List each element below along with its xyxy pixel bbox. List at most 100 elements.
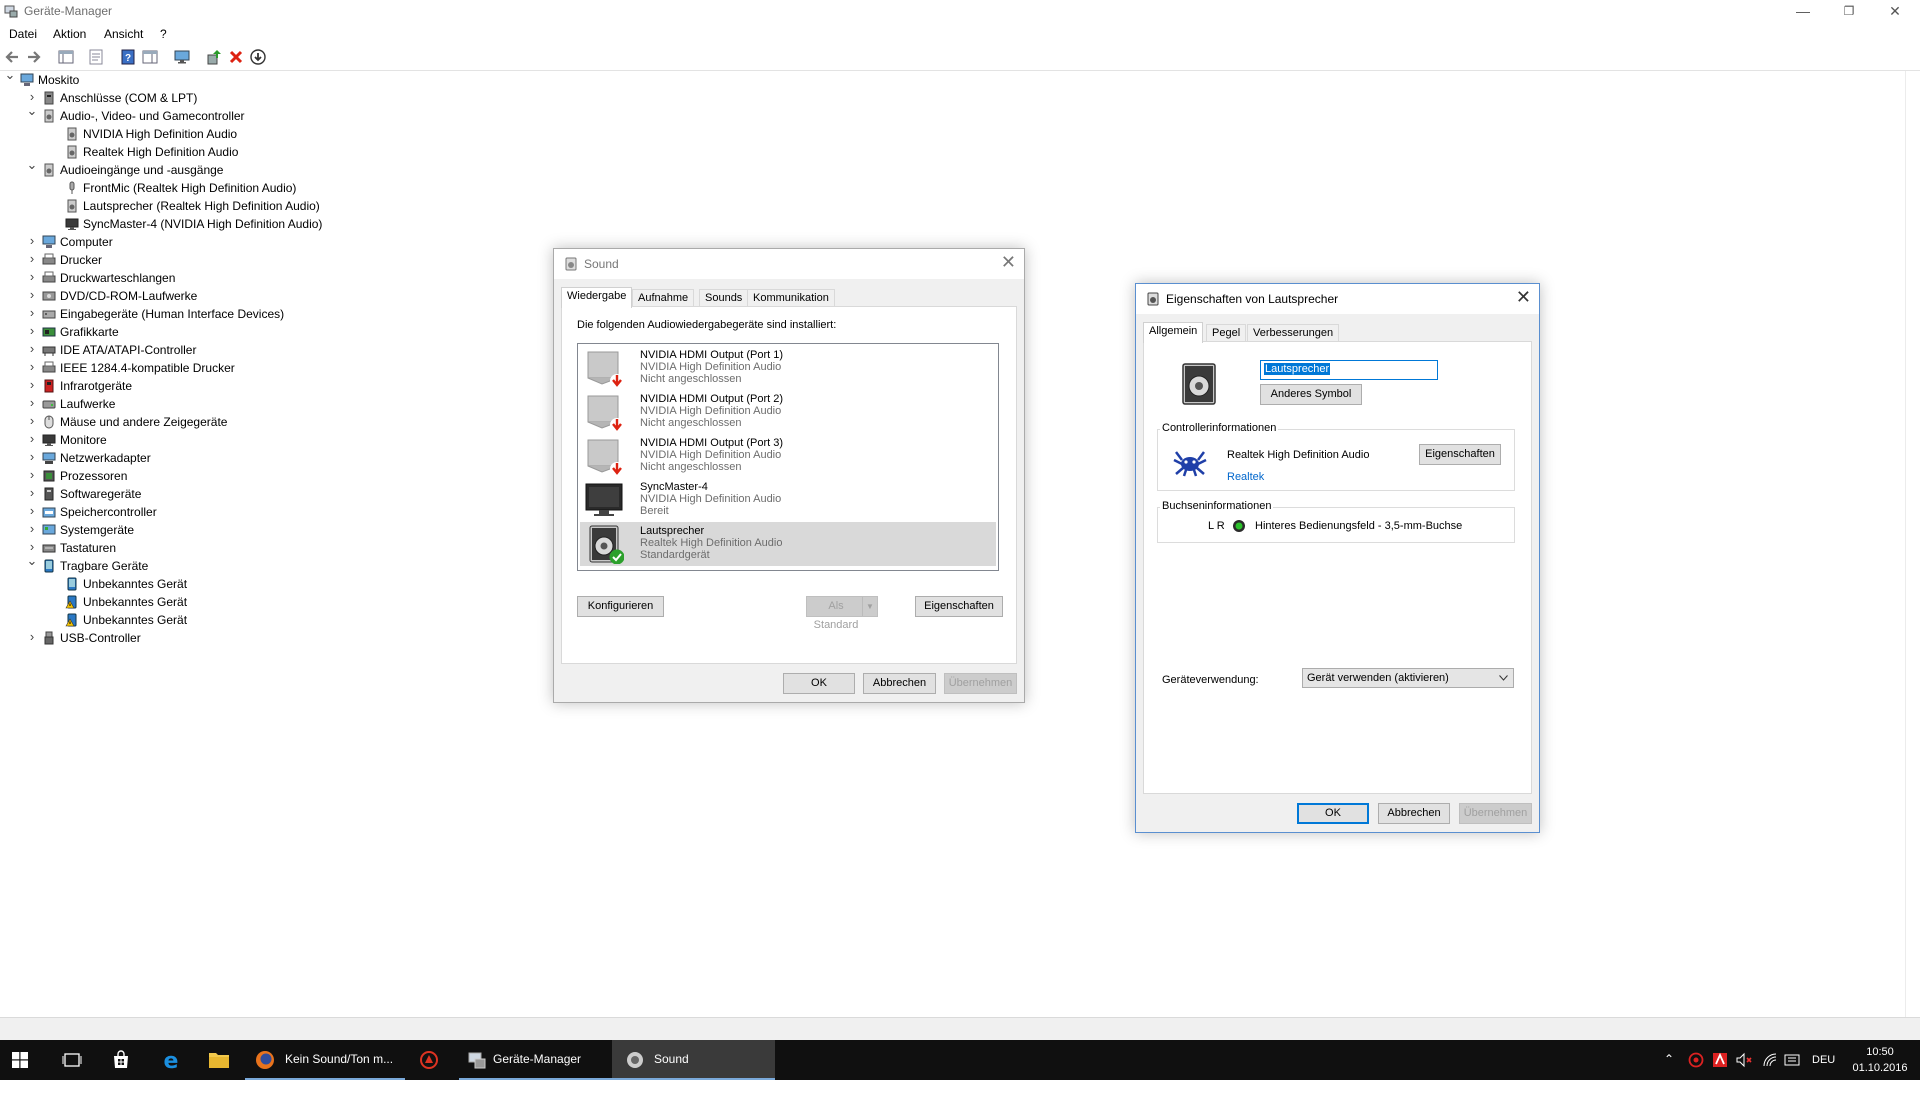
tree-item-label: Mäuse und andere Zeigegeräte	[60, 415, 228, 429]
props-ok-button[interactable]: OK	[1297, 803, 1369, 824]
action-pane-icon[interactable]	[142, 49, 158, 65]
expand-chevron-icon[interactable]: ›	[26, 268, 38, 286]
sound-tabs: Wiedergabe Aufnahme Sounds Kommunikation	[561, 287, 1016, 308]
tray-shield-icon[interactable]	[1712, 1052, 1728, 1068]
controller-icon	[42, 346, 56, 356]
collapse-chevron-icon[interactable]: ⌄	[26, 552, 38, 570]
device-name-value: Lautsprecher	[1264, 363, 1331, 375]
playback-device-item[interactable]: NVIDIA HDMI Output (Port 1) NVIDIA High D…	[580, 346, 996, 390]
show-hide-tree-icon[interactable]	[58, 49, 74, 65]
device-name-field[interactable]: Lautsprecher	[1260, 360, 1438, 380]
playback-device-item[interactable]: Lautsprecher Realtek High Definition Audi…	[580, 522, 996, 566]
sound-apply-button[interactable]: Übernehmen	[944, 673, 1017, 694]
file-explorer-icon[interactable]	[208, 1050, 230, 1070]
configure-button[interactable]: Konfigurieren	[577, 596, 664, 617]
maximize-button[interactable]: ❐	[1826, 0, 1872, 24]
playback-device-list[interactable]: NVIDIA HDMI Output (Port 1) NVIDIA High D…	[577, 343, 999, 571]
collapse-chevron-icon[interactable]: ⌄	[26, 102, 38, 120]
menu-help[interactable]: ?	[160, 27, 167, 41]
properties-icon[interactable]	[88, 49, 104, 65]
expand-chevron-icon[interactable]: ›	[26, 448, 38, 466]
chevron-down-icon[interactable]: ▼	[862, 597, 877, 616]
tab-aufnahme[interactable]: Aufnahme	[632, 289, 695, 307]
expand-chevron-icon[interactable]: ›	[26, 502, 38, 520]
sound-ok-button[interactable]: OK	[783, 673, 855, 694]
playback-device-item[interactable]: NVIDIA HDMI Output (Port 2) NVIDIA High D…	[580, 390, 996, 434]
device-name: NVIDIA HDMI Output (Port 3)	[640, 437, 784, 449]
expand-chevron-icon[interactable]: ›	[26, 484, 38, 502]
forward-icon[interactable]	[26, 49, 42, 65]
playback-device-item[interactable]: SyncMaster-4 NVIDIA High Definition Audio…	[580, 478, 996, 522]
props-cancel-button[interactable]: Abbrechen	[1378, 803, 1450, 824]
monitor-icon[interactable]	[174, 49, 190, 65]
tray-message-icon[interactable]	[1784, 1052, 1800, 1068]
taskbar-firefox[interactable]: Kein Sound/Ton m...	[245, 1040, 405, 1080]
set-default-button[interactable]: Als Standard ▼	[806, 596, 878, 631]
usb-icon	[44, 631, 54, 645]
minimize-button[interactable]: —	[1780, 0, 1826, 24]
expand-chevron-icon[interactable]: ›	[26, 430, 38, 448]
edge-icon[interactable]: e	[160, 1049, 182, 1071]
menu-datei[interactable]: Datei	[9, 27, 37, 41]
collapse-chevron-icon[interactable]: ⌄	[4, 66, 16, 84]
change-icon-button[interactable]: Anderes Symbol	[1260, 384, 1362, 405]
tab-allgemein[interactable]: Allgemein	[1143, 322, 1204, 343]
expand-chevron-icon[interactable]: ›	[26, 628, 38, 646]
sound-cancel-button[interactable]: Abbrechen	[863, 673, 936, 694]
controller-properties-button[interactable]: Eigenschaften	[1419, 444, 1501, 465]
tray-date[interactable]: 01.10.2016	[1848, 1062, 1912, 1102]
expand-chevron-icon[interactable]: ›	[26, 232, 38, 250]
expand-chevron-icon[interactable]: ›	[26, 340, 38, 358]
menu-ansicht[interactable]: Ansicht	[104, 27, 143, 41]
sound-dialog-close-icon[interactable]: ✕	[1001, 252, 1016, 273]
expand-chevron-icon[interactable]: ›	[26, 286, 38, 304]
expand-chevron-icon[interactable]: ›	[26, 376, 38, 394]
help-icon[interactable]: ?	[120, 49, 136, 65]
uninstall-icon[interactable]	[228, 49, 244, 65]
tab-kommunikation[interactable]: Kommunikation	[747, 289, 835, 307]
device-usage-select[interactable]: Gerät verwenden (aktivieren)	[1302, 668, 1514, 688]
device-driver: NVIDIA High Definition Audio	[640, 361, 782, 373]
speaker-icon	[44, 163, 54, 177]
tab-pegel[interactable]: Pegel	[1206, 324, 1247, 342]
expand-chevron-icon[interactable]: ›	[26, 304, 38, 322]
task-view-icon[interactable]	[62, 1052, 82, 1068]
expand-chevron-icon[interactable]: ›	[26, 466, 38, 484]
expand-chevron-icon[interactable]: ›	[26, 358, 38, 376]
props-apply-button[interactable]: Übernehmen	[1459, 803, 1532, 824]
tab-wiedergabe[interactable]: Wiedergabe	[561, 287, 633, 308]
collapse-chevron-icon[interactable]: ⌄	[26, 156, 38, 174]
tray-antivirus-icon[interactable]	[1688, 1052, 1704, 1068]
props-dialog-close-icon[interactable]: ✕	[1516, 287, 1531, 308]
tray-chevron-up-icon[interactable]: ⌃	[1664, 1052, 1674, 1092]
controller-info-label: Controllerinformationen	[1160, 422, 1279, 434]
close-button[interactable]: ✕	[1872, 0, 1918, 24]
tray-language[interactable]: DEU	[1812, 1054, 1835, 1094]
tab-verbesserungen[interactable]: Verbesserungen	[1247, 324, 1340, 342]
start-windows-icon[interactable]	[12, 1052, 28, 1068]
store-icon[interactable]	[111, 1050, 131, 1070]
download-icon[interactable]	[250, 49, 266, 65]
update-driver-icon[interactable]	[206, 49, 222, 65]
device-status: Standardgerät	[640, 549, 710, 561]
back-icon[interactable]	[4, 49, 20, 65]
app-red-icon[interactable]	[419, 1050, 439, 1070]
expand-chevron-icon[interactable]: ›	[26, 322, 38, 340]
sound-properties-button[interactable]: Eigenschaften	[915, 596, 1003, 617]
playback-device-item[interactable]: NVIDIA HDMI Output (Port 3) NVIDIA High D…	[580, 434, 996, 478]
expand-chevron-icon[interactable]: ›	[26, 412, 38, 430]
props-general-panel: Lautsprecher Anderes Symbol Controllerin…	[1143, 341, 1532, 794]
tab-sounds[interactable]: Sounds	[699, 289, 749, 307]
menu-aktion[interactable]: Aktion	[53, 27, 86, 41]
tray-volume-muted-icon[interactable]	[1736, 1052, 1754, 1068]
expand-chevron-icon[interactable]: ›	[26, 250, 38, 268]
tree-item-label: Tastaturen	[60, 541, 117, 555]
expand-chevron-icon[interactable]: ›	[26, 520, 38, 538]
drive-icon	[42, 400, 56, 409]
taskbar-sound[interactable]: Sound	[612, 1040, 775, 1080]
taskbar-device-manager[interactable]: Geräte-Manager	[459, 1040, 612, 1080]
vertical-scrollbar[interactable]	[1905, 71, 1920, 1017]
expand-chevron-icon[interactable]: ›	[26, 394, 38, 412]
tray-network-icon[interactable]	[1762, 1052, 1778, 1068]
controller-vendor-link[interactable]: Realtek	[1227, 471, 1264, 483]
